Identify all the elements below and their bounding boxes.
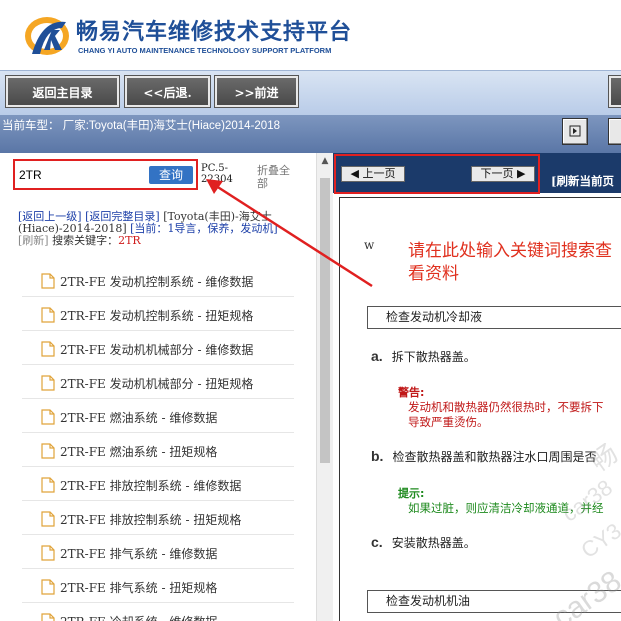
list-item-label: 2TR-FE 排放控制系统 - 扭矩规格: [60, 513, 242, 527]
warning-line-1: 发动机和散热器仍然很热时，不要拆下: [408, 400, 604, 414]
list-item[interactable]: 2TR-FE 排气系统 - 维修数据: [22, 535, 294, 569]
refresh-link[interactable]: [刷新]: [18, 234, 49, 247]
platform-subtitle: CHANG YI AUTO MAINTENANCE TECHNOLOGY SUP…: [78, 46, 332, 55]
panel-toggle-button[interactable]: [562, 118, 588, 145]
step-c-text: 安装散热器盖。: [391, 536, 476, 550]
step-b-letter: b.: [371, 448, 384, 464]
list-item[interactable]: 2TR-FE 发动机机械部分 - 维修数据: [22, 331, 294, 365]
list-item-label: 2TR-FE 发动机控制系统 - 维修数据: [60, 275, 254, 289]
watermark-3: CY3: [576, 518, 621, 564]
list-item[interactable]: 2TR-FE 排放控制系统 - 维修数据: [22, 467, 294, 501]
document-icon: [41, 545, 55, 561]
toolbar: 返回主目录 <<后退. >>前进: [0, 70, 621, 115]
list-item-label: 2TR-FE 排气系统 - 维修数据: [60, 547, 218, 561]
document-icon: [41, 443, 55, 459]
document-icon: [41, 613, 55, 621]
search-input[interactable]: [19, 165, 145, 185]
list-item-label: 2TR-FE 冷却系统 - 维修数据: [60, 613, 217, 621]
step-a: a. 拆下散热器盖。: [371, 348, 476, 365]
list-item[interactable]: 2TR-FE 冷却系统 - 维修数据: [22, 603, 294, 621]
current-model-text: 当前车型： 厂家:Toyota(丰田)海艾士(Hiace)2014-2018: [2, 120, 280, 132]
list-item-label: 2TR-FE 排放控制系统 - 维修数据: [60, 479, 242, 493]
warning-label: 警告:: [398, 386, 425, 399]
warning-line-2: 导致严重烫伤。: [408, 415, 489, 429]
platform-title: 畅易汽车维修技术支持平台: [76, 20, 353, 45]
pc-info: PC.5-22304: [201, 163, 233, 185]
search-hint: 请在此处输入关键词搜索查看资料: [408, 241, 612, 284]
document-icon: [41, 511, 55, 527]
list-item-label: 2TR-FE 燃油系统 - 扭矩规格: [60, 445, 218, 459]
step-c-letter: c.: [371, 534, 383, 550]
list-item-label: 2TR-FE 燃油系统 - 维修数据: [60, 411, 218, 425]
list-item[interactable]: 2TR-FE 发动机控制系统 - 维修数据: [22, 263, 294, 297]
back-button[interactable]: <<后退.: [124, 75, 211, 108]
list-item-label: 2TR-FE 发动机控制系统 - 扭矩规格: [60, 309, 254, 323]
search-button[interactable]: 查询: [149, 166, 193, 184]
breadcrumb: [返回上一级] [返回完整目录] [Toyota(丰田)-海艾士(Hiace)-…: [18, 211, 294, 247]
step-c: c. 安装散热器盖。: [371, 534, 476, 551]
document-icon: [41, 307, 55, 323]
step-a-text: 拆下散热器盖。: [391, 350, 476, 364]
scroll-up-icon[interactable]: ▲: [320, 156, 330, 166]
document-icon: [41, 579, 55, 595]
list-item[interactable]: 2TR-FE 燃油系统 - 扭矩规格: [22, 433, 294, 467]
document-icon: [41, 273, 55, 289]
fold-all-link[interactable]: 折叠全部: [257, 164, 297, 190]
app-root: { "header": { "title_cn": "畅易汽车维修技术支持平台"…: [0, 0, 621, 621]
list-item[interactable]: 2TR-FE 燃油系统 - 维修数据: [22, 399, 294, 433]
step-b: b. 检查散热器盖和散热器注水口周围是否: [371, 448, 596, 465]
search-box: 查询: [13, 159, 198, 190]
list-item[interactable]: 2TR-FE 发动机控制系统 - 扭矩规格: [22, 297, 294, 331]
refresh-page-link[interactable]: [刷新当前页: [551, 173, 614, 189]
list-item-label: 2TR-FE 排气系统 - 扭矩规格: [60, 581, 218, 595]
document-icon: [41, 477, 55, 493]
info-bar: 当前车型： 厂家:Toyota(丰田)海艾士(Hiace)2014-2018: [0, 115, 621, 153]
home-button[interactable]: 返回主目录: [5, 75, 120, 108]
list-item[interactable]: 2TR-FE 排气系统 - 扭矩规格: [22, 569, 294, 603]
keyword-value: 2TR: [118, 234, 141, 247]
keyword-label: 搜索关键字：: [52, 234, 119, 247]
tip-label: 提示:: [398, 487, 425, 500]
list-item[interactable]: 2TR-FE 排放控制系统 - 扭矩规格: [22, 501, 294, 535]
scroll-thumb[interactable]: [320, 178, 330, 463]
list-item[interactable]: 2TR-FE 发动机机械部分 - 扭矩规格: [22, 365, 294, 399]
watermark-1: 畅: [584, 437, 621, 478]
document-icon: [41, 341, 55, 357]
list-item-label: 2TR-FE 发动机机械部分 - 扭矩规格: [60, 377, 254, 391]
toolbar-overflow-button[interactable]: [608, 75, 621, 108]
section-heading-coolant: 检查发动机冷却液: [367, 306, 621, 329]
toggle-icon: [569, 125, 581, 137]
left-panel: 查询 PC.5-22304 折叠全部 [返回上一级] [返回完整目录] [Toy…: [0, 153, 316, 621]
logo-icon: [25, 17, 69, 55]
header: 畅易汽车维修技术支持平台 CHANG YI AUTO MAINTENANCE T…: [0, 0, 621, 70]
panel-toggle-button-2[interactable]: [608, 118, 621, 145]
list-item-label: 2TR-FE 发动机机械部分 - 维修数据: [60, 343, 254, 357]
step-a-letter: a.: [371, 348, 383, 364]
pager-highlight: [334, 154, 540, 194]
current-path: 1导言，保养，发动机]: [167, 222, 278, 235]
document-icon: [41, 375, 55, 391]
step-b-text: 检查散热器盖和散热器注水口周围是否: [392, 450, 597, 464]
left-scrollbar[interactable]: ▲: [316, 153, 333, 621]
document-page: w 请在此处输入关键词搜索查看资料 检查发动机冷却液 a. 拆下散热器盖。 警告:…: [339, 197, 621, 621]
doc-mark: w: [364, 238, 375, 252]
right-panel: ◀ 上一页 下一页 ▶ [刷新当前页 w 请在此处输入关键词搜索查看资料 检查发…: [333, 153, 621, 621]
forward-button[interactable]: >>前进: [214, 75, 299, 108]
document-icon: [41, 409, 55, 425]
